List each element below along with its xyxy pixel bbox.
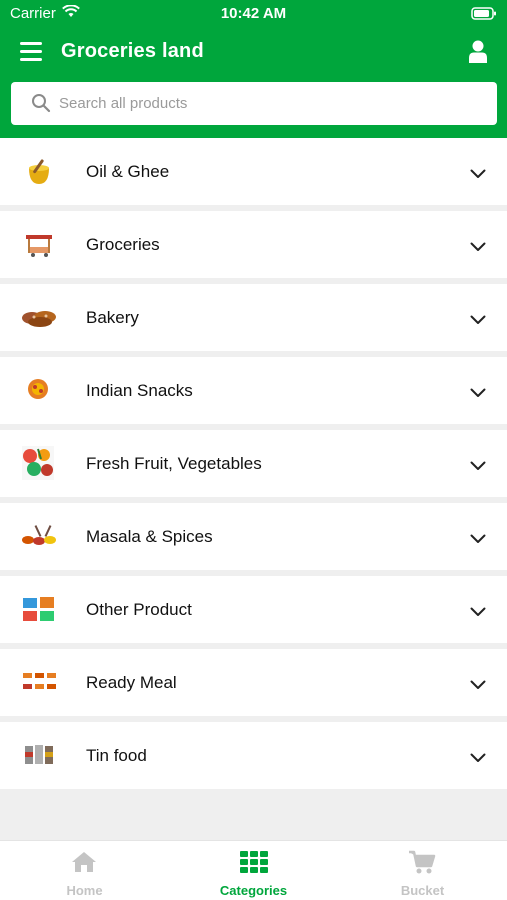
category-row-ready-meal[interactable]: Ready Meal bbox=[0, 649, 507, 716]
menu-icon[interactable] bbox=[20, 42, 42, 62]
status-time: 10:42 AM bbox=[220, 5, 287, 22]
fruit-vegetables-icon bbox=[20, 446, 58, 480]
chevron-down-icon bbox=[470, 312, 486, 330]
category-label: Groceries bbox=[86, 235, 160, 254]
ready-meal-icon bbox=[20, 665, 58, 699]
oil-ghee-icon bbox=[20, 154, 58, 188]
category-row-masala-spices[interactable]: Masala & Spices bbox=[0, 503, 507, 570]
nav-home[interactable]: Home bbox=[0, 841, 169, 900]
chevron-down-icon bbox=[470, 239, 486, 257]
chevron-down-icon bbox=[470, 385, 486, 403]
header: Carrier 10:42 AM Groceries land bbox=[0, 0, 507, 138]
chevron-down-icon bbox=[470, 604, 486, 622]
masala-spices-icon bbox=[20, 519, 58, 553]
chevron-down-icon bbox=[470, 677, 486, 695]
app-bar: Groceries land bbox=[0, 30, 507, 76]
grid-icon bbox=[239, 850, 269, 879]
search-input[interactable] bbox=[59, 82, 479, 125]
category-row-bakery[interactable]: Bakery bbox=[0, 284, 507, 351]
nav-categories[interactable]: Categories bbox=[169, 841, 338, 900]
category-row-oil-ghee[interactable]: Oil & Ghee bbox=[0, 138, 507, 205]
search-icon bbox=[31, 93, 51, 118]
nav-bucket[interactable]: Bucket bbox=[338, 841, 507, 900]
cart-icon bbox=[408, 850, 436, 881]
bakery-icon bbox=[20, 300, 58, 334]
chevron-down-icon bbox=[470, 166, 486, 184]
category-row-groceries[interactable]: Groceries bbox=[0, 211, 507, 278]
category-label: Bakery bbox=[86, 308, 139, 327]
category-label: Oil & Ghee bbox=[86, 162, 170, 181]
app-title: Groceries land bbox=[61, 40, 204, 62]
nav-home-label: Home bbox=[66, 883, 103, 898]
category-row-indian-snacks[interactable]: Indian Snacks bbox=[0, 357, 507, 424]
indian-snacks-icon bbox=[20, 373, 58, 407]
category-list: Oil & Ghee Groceries Bakery Indian Snack… bbox=[0, 138, 507, 795]
category-label: Indian Snacks bbox=[86, 381, 193, 400]
category-label: Ready Meal bbox=[86, 673, 177, 692]
bottom-nav: Home Categories Bucket bbox=[0, 840, 507, 900]
chevron-down-icon bbox=[470, 458, 486, 476]
battery-icon bbox=[471, 7, 497, 24]
user-icon[interactable] bbox=[469, 40, 487, 64]
chevron-down-icon bbox=[470, 531, 486, 549]
other-product-icon bbox=[20, 592, 58, 626]
category-label: Other Product bbox=[86, 600, 192, 619]
nav-bucket-label: Bucket bbox=[400, 883, 445, 898]
nav-categories-label: Categories bbox=[219, 883, 288, 898]
tin-food-icon bbox=[20, 738, 58, 772]
category-label: Masala & Spices bbox=[86, 527, 213, 546]
home-icon bbox=[70, 850, 98, 879]
category-row-other-product[interactable]: Other Product bbox=[0, 576, 507, 643]
category-row-tin-food[interactable]: Tin food bbox=[0, 722, 507, 789]
search-box[interactable] bbox=[11, 82, 497, 125]
status-bar: Carrier 10:42 AM bbox=[0, 0, 507, 28]
chevron-down-icon bbox=[470, 750, 486, 768]
category-label: Tin food bbox=[86, 746, 147, 765]
category-row-fruit-vegetables[interactable]: Fresh Fruit, Vegetables bbox=[0, 430, 507, 497]
groceries-icon bbox=[20, 227, 58, 261]
category-label: Fresh Fruit, Vegetables bbox=[86, 454, 262, 473]
